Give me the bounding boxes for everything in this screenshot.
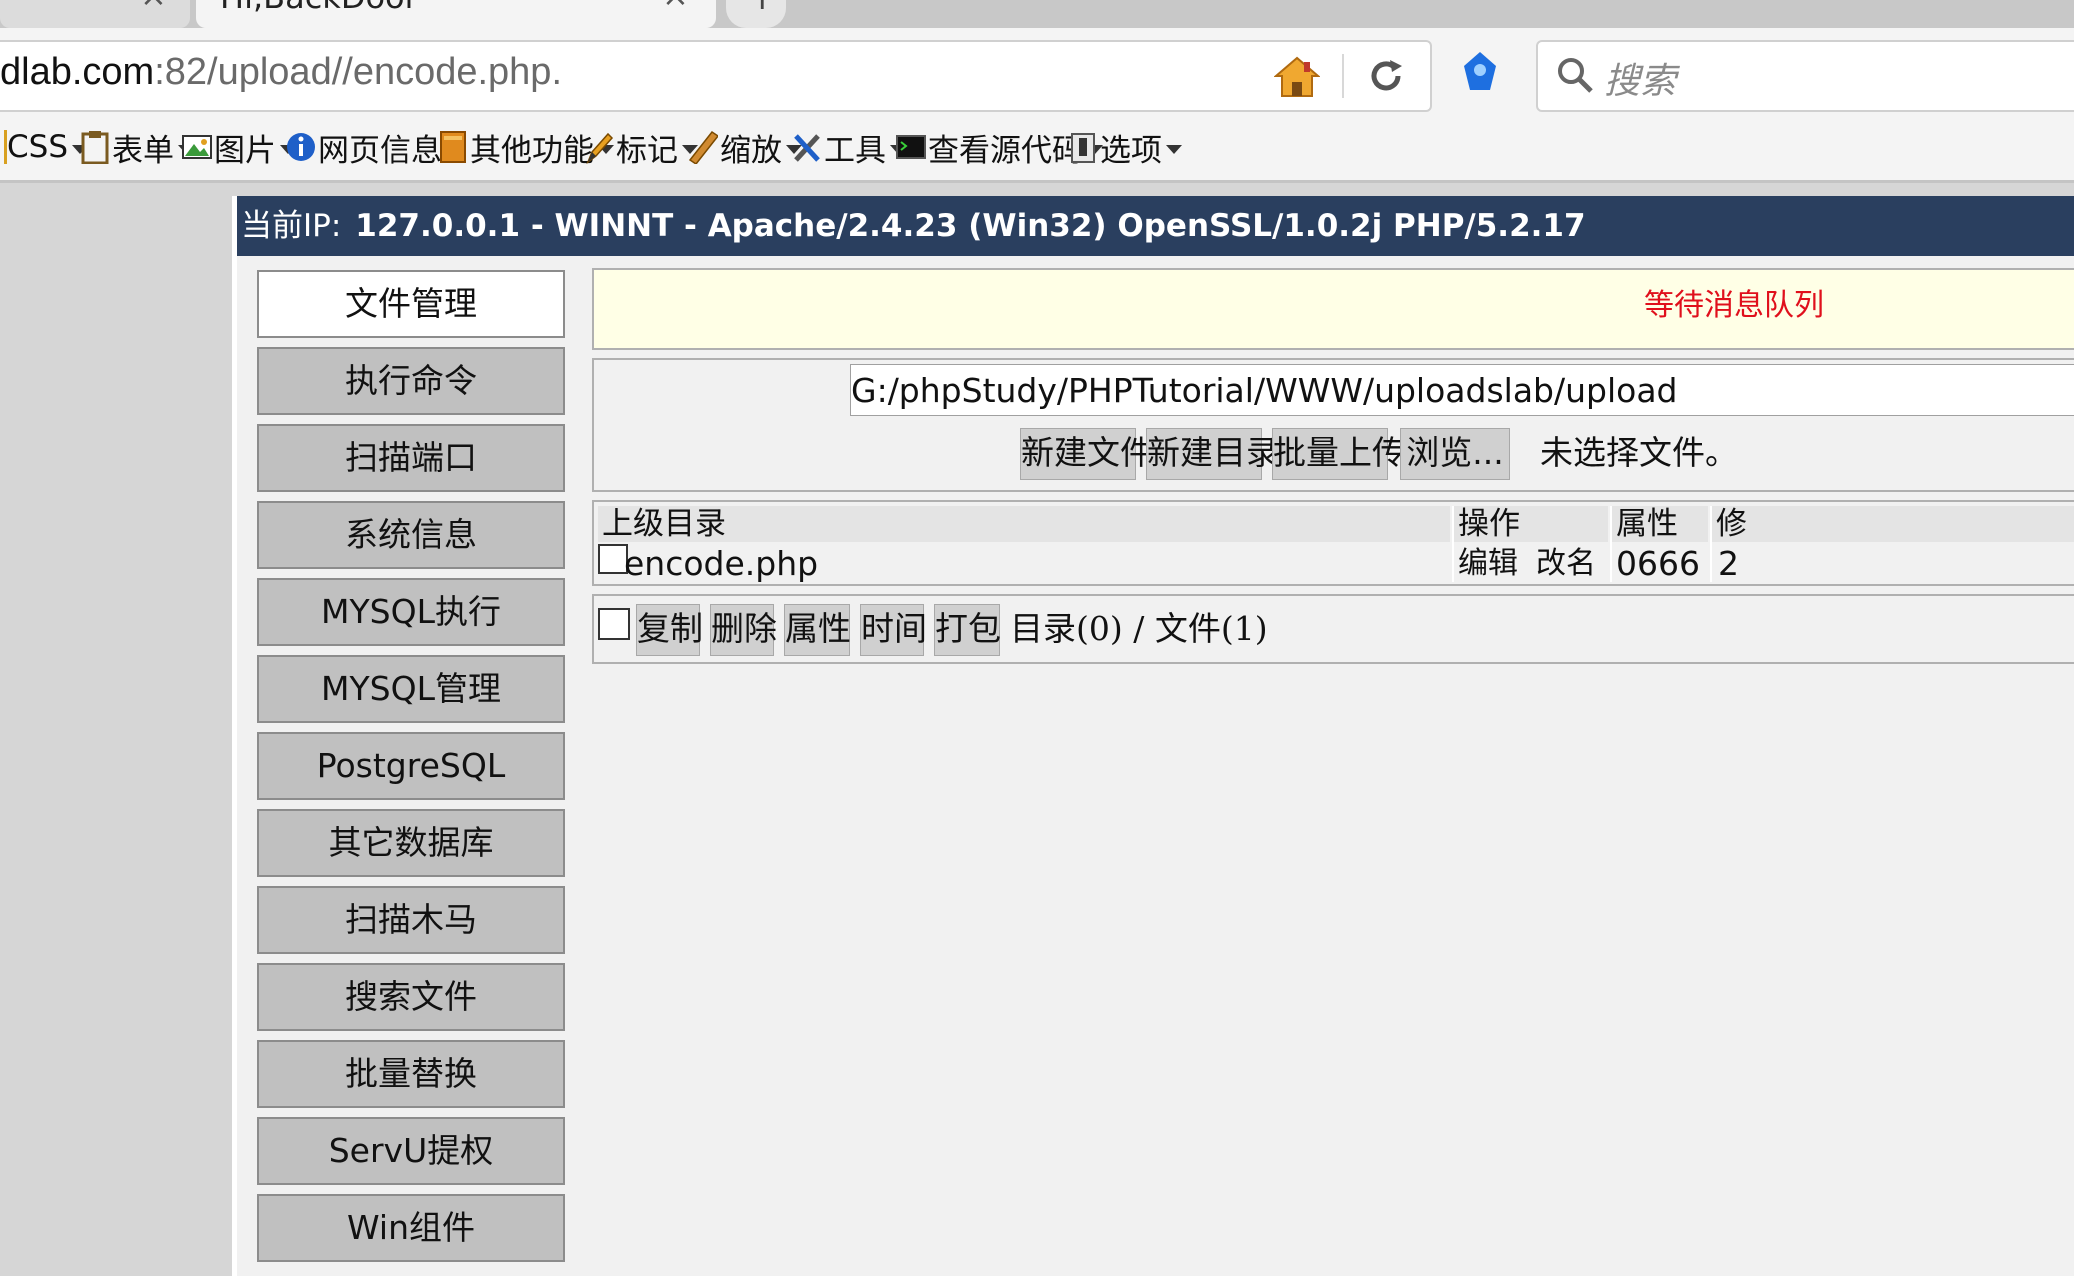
url-bar[interactable]: dlab.com:82/upload//encode.php. [0,40,1432,112]
new-file-button[interactable]: 新建文件 [1020,428,1153,480]
toolbar-css[interactable]: CSS [0,124,89,170]
batch-action-bar: 复制 删除 属性 时间 打包 目录(0) / 文件(1) [592,594,2074,664]
menu-file-manager[interactable]: 文件管理 [257,270,565,338]
ip-label: 当前IP: [241,208,342,244]
toolbar-outline[interactable]: 标记 [584,124,698,170]
url-separator [1342,54,1344,98]
menu-system-info[interactable]: 系统信息 [257,501,565,569]
toolbar-label: 缩放 [720,132,782,169]
ruler-icon [688,130,718,164]
tab-strip: × Hi,BackDoor × + [0,0,2074,28]
toolbar-label: 标记 [616,132,678,169]
toolbar-page-info[interactable]: 网页信息 [286,124,462,170]
tab-active[interactable]: Hi,BackDoor × [196,0,716,28]
menu-other-db[interactable]: 其它数据库 [257,809,565,877]
tab-title: Hi,BackDoor [220,0,418,16]
toolbar-label: 网页信息 [318,132,442,169]
info-icon [287,133,315,161]
path-panel: G:/phpStudy/PHPTutorial/WWW/uploadslab/u… [592,358,2074,492]
column-header-extra: 修 [1712,506,2074,542]
toolbar-label: CSS [7,129,69,165]
column-header-permissions: 属性 [1612,506,1708,542]
toolbar-tools[interactable]: 工具 [792,124,906,170]
copy-button[interactable]: 复制 [636,604,703,656]
url-path: :82/upload//encode.php. [154,51,562,93]
file-table: 上级目录 操作 属性 修 encode.php 编辑 改名 0666 2 [592,500,2074,586]
delete-button[interactable]: 删除 [710,604,777,656]
message-text: 等待消息队列 [1644,288,1824,323]
clipboard-icon [81,131,109,164]
toolbar-label: 图片 [214,132,276,169]
close-icon[interactable]: × [662,0,689,14]
attributes-button[interactable]: 属性 [784,604,851,656]
chevron-down-icon [1166,144,1182,154]
css-icon [0,130,7,164]
close-icon[interactable]: × [140,0,167,14]
image-icon [182,135,212,159]
extension-icon[interactable] [1460,50,1500,96]
message-bar: 等待消息队列 [592,268,2074,350]
url-host: dlab.com [0,51,155,93]
toolbar-resize[interactable]: 缩放 [688,124,802,170]
navigation-bar: dlab.com:82/upload//encode.php. 搜索 [0,28,2074,114]
time-button[interactable]: 时间 [860,604,927,656]
browse-button[interactable]: 浏览... [1400,428,1510,480]
column-header-actions: 操作 [1454,506,1608,542]
server-info-header: 当前IP: 127.0.0.1 - WINNT - Apache/2.4.23 (… [237,196,2074,256]
menu-port-scan[interactable]: 扫描端口 [257,424,565,492]
parent-directory-link[interactable]: 上级目录 [598,506,1450,542]
file-name-link[interactable]: encode.php [624,546,818,582]
book-icon [440,131,466,163]
reload-icon[interactable] [1366,56,1406,96]
switch-icon [1071,133,1095,163]
toolbar-label: 表单 [112,132,174,169]
menu-scan-trojan[interactable]: 扫描木马 [257,886,565,954]
menu-mysql-manage[interactable]: MYSQL管理 [257,655,565,723]
toolbar-options[interactable]: 选项 [1068,124,1182,170]
home-icon[interactable] [1274,54,1320,100]
menu-postgresql[interactable]: PostgreSQL [257,732,565,800]
toolbar-label: 查看源代码 [928,132,1083,169]
no-file-selected-text: 未选择文件。 [1540,433,1738,472]
plus-icon: + [748,0,777,18]
search-icon [1558,58,1593,93]
ip-value: 127.0.0.1 - WINNT - Apache/2.4.23 (Win32… [355,208,1586,244]
menu-batch-replace[interactable]: 批量替换 [257,1040,565,1108]
permission-link[interactable]: 0666 [1616,546,1700,582]
toolbar-label: 选项 [1100,132,1162,169]
menu-search-files[interactable]: 搜索文件 [257,963,565,1031]
developer-toolbar: CSS 表单 图片 网页信息 其他功能 标记 缩放 工具 查看源代码 选项 [0,114,2074,183]
rename-link[interactable]: 改名 [1536,546,1596,582]
search-input[interactable]: 搜索 [1604,52,1676,104]
tools-icon [794,134,820,162]
modified-time-link[interactable]: 2 [1718,546,1739,582]
toolbar-forms[interactable]: 表单 [80,124,194,170]
pencil-icon [586,132,614,164]
new-directory-button[interactable]: 新建目录 [1146,428,1279,480]
terminal-icon [896,135,926,159]
search-bar[interactable]: 搜索 [1536,40,2074,112]
menu-exec-command[interactable]: 执行命令 [257,347,565,415]
edit-link[interactable]: 编辑 [1458,546,1518,582]
select-all-checkbox[interactable] [598,608,630,640]
url-text[interactable]: dlab.com:82/upload//encode.php. [0,51,562,94]
pack-button[interactable]: 打包 [934,604,1001,656]
batch-upload-button[interactable]: 批量上传 [1272,428,1405,480]
menu-mysql-exec[interactable]: MYSQL执行 [257,578,565,646]
directory-file-counts: 目录(0) / 文件(1) [1010,609,1268,648]
new-tab-button[interactable]: + [726,0,786,28]
menu-win-components[interactable]: Win组件 [257,1194,565,1262]
toolbar-images[interactable]: 图片 [182,124,296,170]
toolbar-label: 其他功能 [470,132,594,169]
page-content: 当前IP: 127.0.0.1 - WINNT - Apache/2.4.23 (… [232,196,2074,1276]
menu-servu-privesc[interactable]: ServU提权 [257,1117,565,1185]
path-input[interactable]: G:/phpStudy/PHPTutorial/WWW/uploadslab/u… [850,364,2074,416]
tab-previous[interactable]: × [0,0,190,28]
toolbar-label: 工具 [824,132,886,169]
